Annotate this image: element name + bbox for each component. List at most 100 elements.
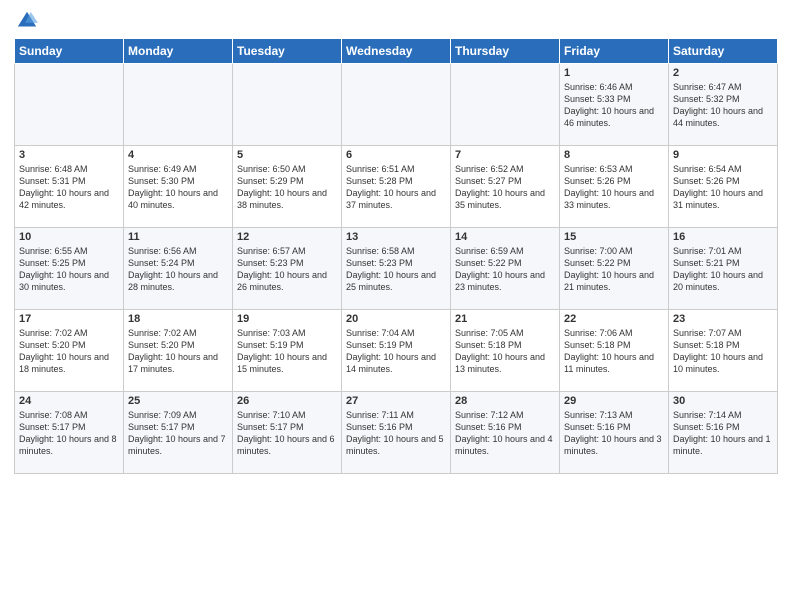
day-info-16: Sunrise: 7:01 AM Sunset: 5:21 PM Dayligh… [673,245,773,294]
day-cell-23: 23Sunrise: 7:07 AM Sunset: 5:18 PM Dayli… [669,310,778,392]
day-cell-9: 9 Sunrise: 6:54 AM Sunset: 5:26 PM Daylig… [669,146,778,228]
day-cell-29: 29Sunrise: 7:13 AM Sunset: 5:16 PM Dayli… [560,392,669,474]
day-cell-22: 22 Sunrise: 7:06 AM Sunset: 5:18 PM Dayli… [560,310,669,392]
day-info-7: Sunrise: 6:52 AM Sunset: 5:27 PM Dayligh… [455,163,555,212]
empty-cell [233,64,342,146]
day-cell-27: 27 Sunrise: 7:11 AM Sunset: 5:16 PM Dayli… [342,392,451,474]
day-info-13: Sunrise: 6:58 AM Sunset: 5:23 PM Dayligh… [346,245,446,294]
day-info-27: Sunrise: 7:11 AM Sunset: 5:16 PM Dayligh… [346,409,446,458]
day-cell-28: 28 Sunrise: 7:12 AM Sunset: 5:16 PM Dayli… [451,392,560,474]
weekday-friday: Friday [560,39,669,64]
day-info-15: Sunrise: 7:00 AM Sunset: 5:22 PM Dayligh… [564,245,664,294]
day-number-22: 22 [564,313,664,325]
day-number-25: 25 [128,395,228,407]
day-number-11: 11 [128,231,228,243]
day-number-14: 14 [455,231,555,243]
week-row-3: 10Sunrise: 6:55 AM Sunset: 5:25 PM Dayli… [15,228,778,310]
day-number-8: 8 [564,149,664,161]
weekday-thursday: Thursday [451,39,560,64]
day-info-26: Sunrise: 7:10 AM Sunset: 5:17 PM Dayligh… [237,409,337,458]
day-cell-24: 24 Sunrise: 7:08 AM Sunset: 5:17 PM Dayli… [15,392,124,474]
day-number-19: 19 [237,313,337,325]
week-row-1: 1Sunrise: 6:46 AM Sunset: 5:33 PM Daylig… [15,64,778,146]
day-info-6: Sunrise: 6:51 AM Sunset: 5:28 PM Dayligh… [346,163,446,212]
weekday-saturday: Saturday [669,39,778,64]
day-cell-26: 26Sunrise: 7:10 AM Sunset: 5:17 PM Dayli… [233,392,342,474]
day-number-10: 10 [19,231,119,243]
day-number-15: 15 [564,231,664,243]
week-row-5: 24 Sunrise: 7:08 AM Sunset: 5:17 PM Dayli… [15,392,778,474]
day-info-4: Sunrise: 6:49 AM Sunset: 5:30 PM Dayligh… [128,163,228,212]
day-number-3: 3 [19,149,119,161]
day-info-19: Sunrise: 7:03 AM Sunset: 5:19 PM Dayligh… [237,327,337,376]
day-cell-7: 7 Sunrise: 6:52 AM Sunset: 5:27 PM Daylig… [451,146,560,228]
day-number-5: 5 [237,149,337,161]
weekday-header-row: SundayMondayTuesdayWednesdayThursdayFrid… [15,39,778,64]
day-number-20: 20 [346,313,446,325]
day-number-16: 16 [673,231,773,243]
day-cell-15: 15 Sunrise: 7:00 AM Sunset: 5:22 PM Dayli… [560,228,669,310]
day-number-23: 23 [673,313,773,325]
day-cell-21: 21Sunrise: 7:05 AM Sunset: 5:18 PM Dayli… [451,310,560,392]
logo-icon [16,10,38,32]
day-info-29: Sunrise: 7:13 AM Sunset: 5:16 PM Dayligh… [564,409,664,458]
day-number-7: 7 [455,149,555,161]
day-info-25: Sunrise: 7:09 AM Sunset: 5:17 PM Dayligh… [128,409,228,458]
day-cell-5: 5 Sunrise: 6:50 AM Sunset: 5:29 PM Daylig… [233,146,342,228]
day-number-17: 17 [19,313,119,325]
day-cell-6: 6Sunrise: 6:51 AM Sunset: 5:28 PM Daylig… [342,146,451,228]
day-cell-10: 10Sunrise: 6:55 AM Sunset: 5:25 PM Dayli… [15,228,124,310]
weekday-sunday: Sunday [15,39,124,64]
day-cell-1: 1Sunrise: 6:46 AM Sunset: 5:33 PM Daylig… [560,64,669,146]
day-cell-30: 30 Sunrise: 7:14 AM Sunset: 5:16 PM Dayli… [669,392,778,474]
day-number-1: 1 [564,67,664,79]
empty-cell [451,64,560,146]
weekday-wednesday: Wednesday [342,39,451,64]
day-info-17: Sunrise: 7:02 AM Sunset: 5:20 PM Dayligh… [19,327,119,376]
day-number-13: 13 [346,231,446,243]
day-info-22: Sunrise: 7:06 AM Sunset: 5:18 PM Dayligh… [564,327,664,376]
day-number-24: 24 [19,395,119,407]
day-info-9: Sunrise: 6:54 AM Sunset: 5:26 PM Dayligh… [673,163,773,212]
day-info-8: Sunrise: 6:53 AM Sunset: 5:26 PM Dayligh… [564,163,664,212]
day-number-9: 9 [673,149,773,161]
day-info-3: Sunrise: 6:48 AM Sunset: 5:31 PM Dayligh… [19,163,119,212]
day-cell-12: 12Sunrise: 6:57 AM Sunset: 5:23 PM Dayli… [233,228,342,310]
day-number-4: 4 [128,149,228,161]
day-cell-3: 3 Sunrise: 6:48 AM Sunset: 5:31 PM Daylig… [15,146,124,228]
day-info-14: Sunrise: 6:59 AM Sunset: 5:22 PM Dayligh… [455,245,555,294]
day-info-28: Sunrise: 7:12 AM Sunset: 5:16 PM Dayligh… [455,409,555,458]
day-info-5: Sunrise: 6:50 AM Sunset: 5:29 PM Dayligh… [237,163,337,212]
page: SundayMondayTuesdayWednesdayThursdayFrid… [0,0,792,482]
day-number-30: 30 [673,395,773,407]
day-cell-20: 20 Sunrise: 7:04 AM Sunset: 5:19 PM Dayli… [342,310,451,392]
week-row-4: 17 Sunrise: 7:02 AM Sunset: 5:20 PM Dayli… [15,310,778,392]
week-row-2: 3 Sunrise: 6:48 AM Sunset: 5:31 PM Daylig… [15,146,778,228]
day-cell-14: 14 Sunrise: 6:59 AM Sunset: 5:22 PM Dayli… [451,228,560,310]
weekday-monday: Monday [124,39,233,64]
empty-cell [342,64,451,146]
logo [14,10,38,30]
day-info-11: Sunrise: 6:56 AM Sunset: 5:24 PM Dayligh… [128,245,228,294]
day-info-18: Sunrise: 7:02 AM Sunset: 5:20 PM Dayligh… [128,327,228,376]
day-info-20: Sunrise: 7:04 AM Sunset: 5:19 PM Dayligh… [346,327,446,376]
calendar-table: SundayMondayTuesdayWednesdayThursdayFrid… [14,38,778,474]
empty-cell [124,64,233,146]
day-cell-13: 13 Sunrise: 6:58 AM Sunset: 5:23 PM Dayli… [342,228,451,310]
day-cell-17: 17 Sunrise: 7:02 AM Sunset: 5:20 PM Dayli… [15,310,124,392]
day-number-27: 27 [346,395,446,407]
day-cell-4: 4 Sunrise: 6:49 AM Sunset: 5:30 PM Daylig… [124,146,233,228]
day-cell-19: 19 Sunrise: 7:03 AM Sunset: 5:19 PM Dayli… [233,310,342,392]
day-number-2: 2 [673,67,773,79]
day-number-12: 12 [237,231,337,243]
day-number-18: 18 [128,313,228,325]
day-number-21: 21 [455,313,555,325]
day-info-30: Sunrise: 7:14 AM Sunset: 5:16 PM Dayligh… [673,409,773,458]
day-number-28: 28 [455,395,555,407]
weekday-tuesday: Tuesday [233,39,342,64]
day-cell-2: 2 Sunrise: 6:47 AM Sunset: 5:32 PM Daylig… [669,64,778,146]
day-info-24: Sunrise: 7:08 AM Sunset: 5:17 PM Dayligh… [19,409,119,458]
day-info-2: Sunrise: 6:47 AM Sunset: 5:32 PM Dayligh… [673,81,773,130]
day-cell-25: 25 Sunrise: 7:09 AM Sunset: 5:17 PM Dayli… [124,392,233,474]
day-cell-16: 16 Sunrise: 7:01 AM Sunset: 5:21 PM Dayli… [669,228,778,310]
